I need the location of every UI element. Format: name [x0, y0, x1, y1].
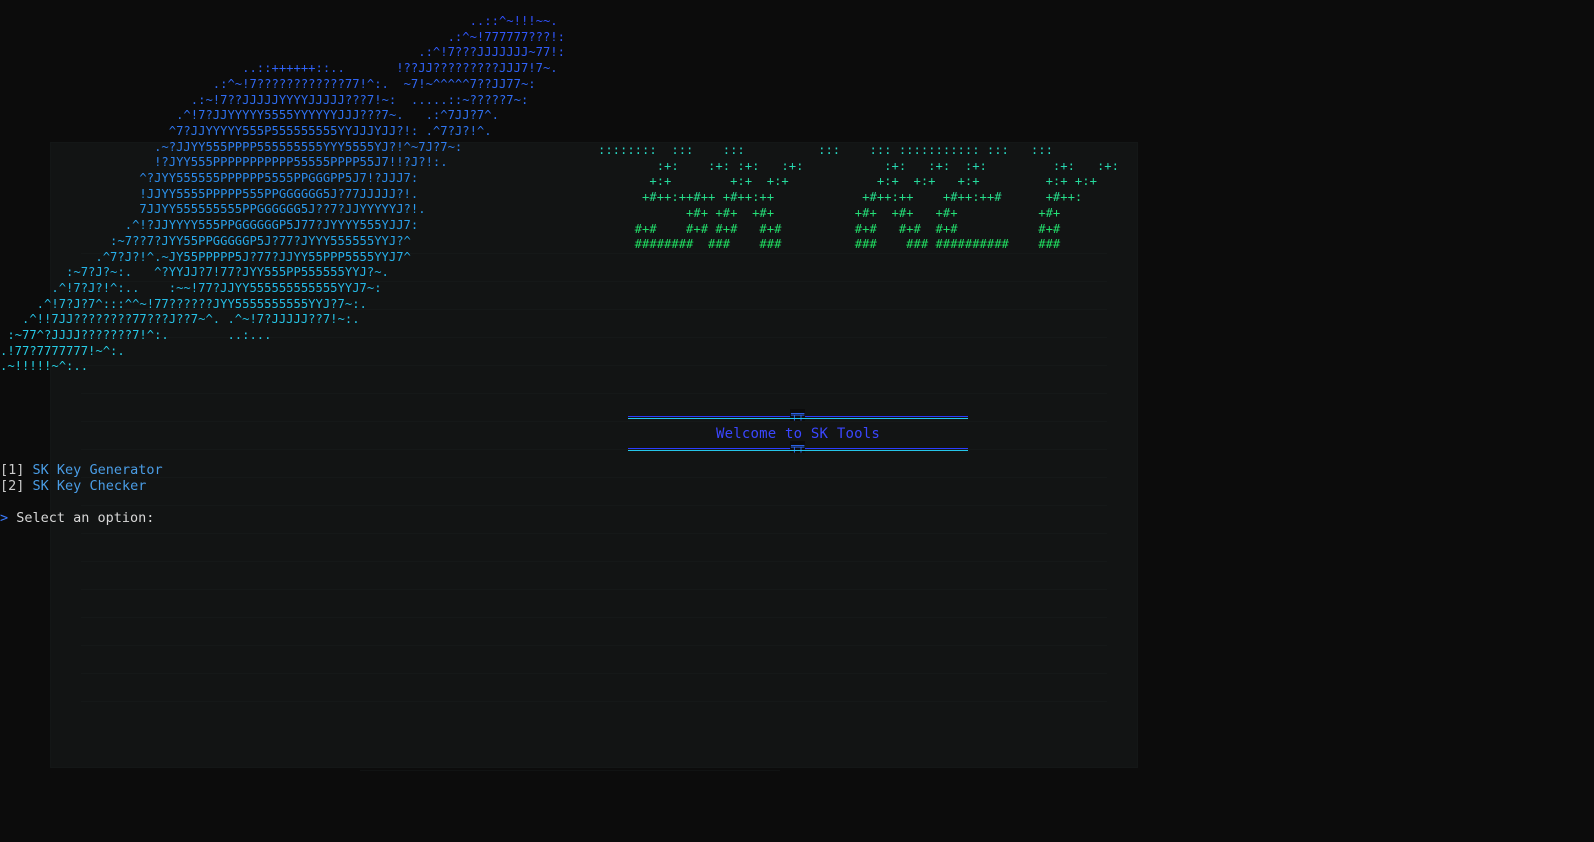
menu-item-sk-key-checker[interactable]: [2] SK Key Checker	[0, 478, 163, 494]
ghost-divider	[81, 645, 1107, 646]
ghost-divider	[81, 561, 1107, 562]
ghost-divider	[81, 589, 1107, 590]
banner-top-rule: ╤╤	[628, 409, 968, 422]
sk-key-ascii-title: :::::::: ::: ::: ::: ::: ::::::::::: :::…	[598, 143, 1119, 252]
ghost-divider	[81, 533, 1107, 534]
ghost-divider	[81, 701, 1107, 702]
banner-bottom-rule: ╤╤	[628, 441, 968, 454]
prompt-text: Select an option:	[8, 510, 155, 526]
option-prompt[interactable]: > Select an option:	[0, 510, 154, 526]
menu-item-label: SK Key Generator	[32, 462, 163, 478]
options-menu: [1] SK Key Generator [2] SK Key Checker	[0, 462, 163, 494]
prompt-arrow-icon: >	[0, 510, 9, 526]
ghost-divider	[81, 505, 1107, 506]
menu-item-label: SK Key Checker	[32, 478, 147, 494]
wolf-ascii-art: ..::^~!!!~~. .:^~!777777???!: .:^!7???JJ…	[0, 14, 565, 374]
ghost-divider	[81, 393, 1107, 394]
ghost-divider	[81, 477, 1107, 478]
welcome-banner: ╤╤ Welcome to SK Tools ╤╤	[628, 409, 968, 454]
menu-item-sk-key-generator[interactable]: [1] SK Key Generator	[0, 462, 163, 478]
banner-knot-icon: ╤╤	[790, 408, 806, 421]
banner-knot-icon: ╤╤	[790, 440, 806, 453]
ghost-divider	[81, 617, 1107, 618]
background-ghost-footer	[360, 770, 780, 842]
ghost-divider	[81, 673, 1107, 674]
